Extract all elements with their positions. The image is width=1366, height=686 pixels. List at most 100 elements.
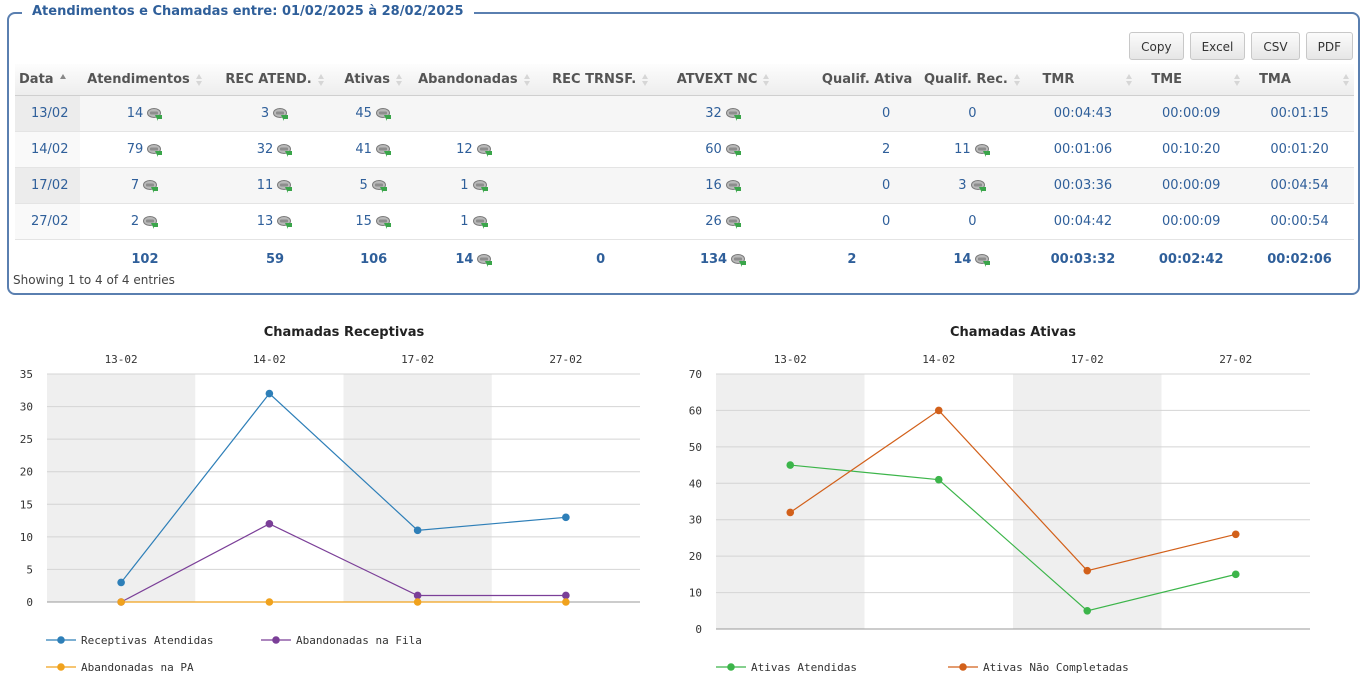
legend-label: Receptivas Atendidas [81, 634, 213, 647]
cell-qualif-ativa: 0 [787, 95, 917, 132]
cell-tme: 00:00:09 [1137, 95, 1246, 132]
y-tick-label: 20 [689, 550, 702, 563]
phone-detail-icon[interactable] [143, 179, 159, 193]
cell-atvext-nc: 60 [659, 131, 788, 168]
y-tick-label: 30 [689, 514, 702, 527]
data-point [1231, 570, 1240, 579]
cell-ativas: 45 [340, 95, 408, 132]
column-header-ativas[interactable]: Ativas [340, 64, 408, 96]
column-header-rec-trnsf[interactable]: REC TRNSF. [541, 64, 660, 96]
column-header-qualif-ativa[interactable]: Qualif. Ativa [787, 64, 917, 96]
phone-detail-icon[interactable] [371, 179, 388, 193]
phone-detail-icon[interactable] [975, 253, 991, 267]
cell-atendimentos: 14 [80, 95, 210, 132]
column-header-rec-atend[interactable]: REC ATEND. [209, 64, 341, 96]
sort-icon [763, 73, 770, 86]
phone-detail-icon[interactable] [375, 143, 392, 157]
csv-button[interactable]: CSV [1251, 32, 1300, 60]
phone-detail-icon[interactable] [375, 215, 392, 229]
phone-detail-icon[interactable] [725, 143, 742, 157]
totals-row: 102 59 106 14 0 134 2 14 00:03:32 00:02:… [15, 239, 1354, 278]
pdf-button[interactable]: PDF [1305, 32, 1353, 60]
total-ativas: 106 [340, 239, 408, 278]
y-tick-label: 40 [689, 477, 702, 490]
chart-receptivas: 0 5 10 15 20 25 30 35 13-02 14-02 17-02 27-02 Recept… [20, 353, 640, 674]
data-point [1083, 606, 1092, 615]
calls-table: Data Atendimentos REC ATEND. Ativas Aban… [15, 64, 1354, 278]
column-header-data[interactable]: Data [15, 64, 81, 96]
legend-marker [959, 663, 967, 671]
cell-ativas: 15 [340, 203, 408, 240]
phone-detail-icon[interactable] [725, 179, 742, 193]
phone-detail-icon[interactable] [477, 253, 493, 267]
data-point [265, 389, 274, 398]
y-tick-label: 35 [20, 368, 33, 381]
phone-detail-icon[interactable] [974, 143, 991, 157]
copy-button[interactable]: Copy [1129, 32, 1184, 60]
chart-band [1013, 374, 1162, 629]
phone-detail-icon[interactable] [472, 215, 489, 229]
cell-tme: 00:00:09 [1137, 167, 1246, 204]
sort-icon [1342, 73, 1350, 86]
cell-data: 17/02 [15, 167, 81, 204]
phone-detail-icon[interactable] [725, 215, 742, 229]
phone-detail-icon[interactable] [476, 143, 493, 157]
phone-detail-icon[interactable] [375, 107, 392, 121]
phone-detail-icon[interactable] [143, 215, 159, 229]
column-header-abandonadas[interactable]: Abandonadas [407, 64, 542, 96]
chart-title-receptivas: Chamadas Receptivas [263, 325, 425, 340]
phone-detail-icon[interactable] [277, 215, 293, 229]
chart-band [343, 374, 492, 602]
cell-abandonadas: 12 [407, 131, 542, 168]
phone-detail-icon[interactable] [472, 179, 489, 193]
x-tick-label: 17-02 [1071, 353, 1104, 366]
column-header-tme[interactable]: TME [1137, 64, 1246, 96]
phone-detail-icon[interactable] [277, 143, 293, 157]
y-tick-label: 30 [20, 401, 33, 414]
phone-detail-icon[interactable] [277, 179, 293, 193]
cell-atendimentos: 2 [80, 203, 210, 240]
data-point [934, 406, 943, 415]
y-tick-label: 10 [20, 531, 33, 544]
entries-info: Showing 1 to 4 of 4 entries [13, 273, 175, 287]
y-tick-label: 0 [26, 596, 33, 609]
total-qualif-rec-cell: 14 [916, 239, 1029, 278]
cell-rec-trnsf [541, 203, 660, 240]
chart-ativas: 0 10 20 30 40 50 60 70 13-02 14-02 17-02 27-02 Ativa… [689, 353, 1310, 674]
x-tick-label: 27-02 [549, 353, 582, 366]
column-header-atendimentos[interactable]: Atendimentos [80, 64, 210, 96]
excel-button[interactable]: Excel [1189, 32, 1246, 60]
phone-detail-icon[interactable] [147, 107, 163, 121]
column-header-tmr[interactable]: TMR [1028, 64, 1138, 96]
data-point [786, 508, 795, 517]
data-point [413, 526, 422, 535]
cell-tmr: 00:03:36 [1028, 167, 1138, 204]
data-point [117, 578, 125, 587]
data-point [562, 591, 570, 600]
cell-abandonadas: 1 [407, 203, 542, 240]
cell-qualif-rec: 0 [916, 95, 1029, 132]
chart-band [716, 374, 865, 629]
data-point [413, 591, 422, 600]
cell-tmr: 00:04:43 [1028, 95, 1138, 132]
y-tick-label: 15 [20, 498, 33, 511]
legend-marker [272, 636, 280, 644]
x-tick-label: 17-02 [401, 353, 434, 366]
phone-detail-icon[interactable] [970, 179, 987, 193]
cell-atvext-nc: 16 [659, 167, 788, 204]
phone-detail-icon[interactable] [147, 143, 163, 157]
column-header-tma[interactable]: TMA [1245, 64, 1354, 96]
x-tick-label: 13-02 [774, 353, 807, 366]
legend-label: Abandonadas na PA [81, 661, 194, 674]
x-tick-label: 14-02 [253, 353, 286, 366]
total-rec-atend: 59 [209, 239, 341, 278]
phone-detail-icon[interactable] [725, 107, 742, 121]
phone-detail-icon[interactable] [273, 107, 289, 121]
export-buttons: Copy Excel CSV PDF [1129, 32, 1353, 60]
x-tick-label: 27-02 [1219, 353, 1252, 366]
data-point [413, 598, 422, 606]
column-header-qualif-rec[interactable]: Qualif. Rec. [916, 64, 1029, 96]
total-abandonadas-cell: 14 [407, 239, 542, 278]
column-header-atvext-nc[interactable]: ATVEXT NC [659, 64, 788, 96]
phone-detail-icon[interactable] [731, 253, 747, 267]
